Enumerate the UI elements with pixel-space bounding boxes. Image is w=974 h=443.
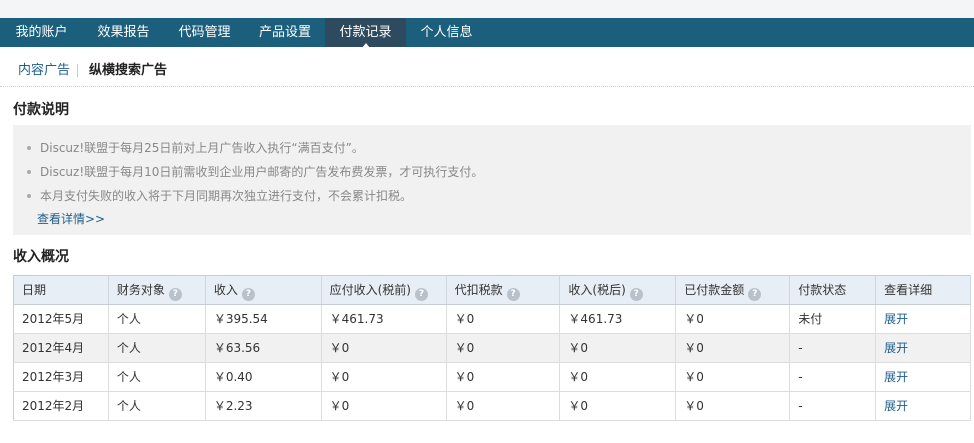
nav-item-payment-records[interactable]: 付款记录 [325,18,406,48]
table-row: 2012年5月 个人 ￥395.54 ￥461.73 ￥0 ￥461.73 ￥0… [13,304,971,334]
table-row: 2012年2月 个人 ￥2.23 ￥0 ￥0 ￥0 ￥0 - 展开 [13,391,971,421]
cell-paid-amount: ￥0 [675,333,791,363]
cell-finance-object: 个人 [108,362,206,392]
cell-income: ￥0.40 [205,362,322,392]
cell-income-aftertax: ￥0 [559,333,677,363]
cell-withheld-tax: ￥0 [446,362,561,392]
col-header-income: 收入? [205,275,322,305]
expand-link[interactable]: 展开 [875,362,971,392]
cell-payment-status: - [789,391,877,421]
help-icon[interactable]: ? [168,288,182,301]
view-details-link[interactable]: 查看详情>> [37,210,105,227]
expand-link[interactable]: 展开 [875,333,971,363]
cell-withheld-tax: ￥0 [446,333,561,363]
cell-paid-amount: ￥0 [675,391,791,421]
sub-tabs: 内容广告 纵横搜索广告 [0,47,974,87]
table-row: 2012年3月 个人 ￥0.40 ￥0 ￥0 ￥0 ￥0 - 展开 [13,362,971,392]
cell-income: ￥2.23 [205,391,322,421]
expand-link[interactable]: 展开 [875,304,971,334]
nav-item-reports[interactable]: 效果报告 [83,18,164,47]
subtab-divider [77,64,78,77]
cell-date: 2012年3月 [13,362,109,392]
payment-notes-box: Discuz!联盟于每月25日前对上月广告收入执行“满百支付”。 Discuz!… [13,125,971,235]
table-header-row: 日期 财务对象? 收入? 应付收入(税前)? 代扣税款? 收入(税后)? 已付款… [13,275,971,305]
nav-item-product-settings[interactable]: 产品设置 [245,18,325,47]
help-icon[interactable]: ? [241,288,255,301]
payment-note-3: 本月支付失败的收入将于下月同期再次独立进行支付，不会累计扣税。 [27,189,412,203]
col-header-withheld-tax: 代扣税款? [446,275,561,305]
cell-payable-pretax: ￥0 [321,333,447,363]
main-nav: 我的账户 效果报告 代码管理 产品设置 付款记录 个人信息 [0,18,974,48]
cell-payable-pretax: ￥461.73 [321,304,447,334]
cell-income-aftertax: ￥0 [559,391,677,421]
cell-income-aftertax: ￥461.73 [559,304,677,334]
cell-payment-status: 未付 [789,304,877,334]
help-icon[interactable]: ? [629,288,643,301]
cell-date: 2012年2月 [13,391,109,421]
col-header-view-details: 查看详细 [875,275,971,305]
col-header-income-aftertax: 收入(税后)? [559,275,677,305]
cell-finance-object: 个人 [108,304,206,334]
col-header-date: 日期 [13,275,109,305]
cell-income: ￥63.56 [205,333,322,363]
nav-item-code-management[interactable]: 代码管理 [164,18,245,47]
cell-paid-amount: ￥0 [675,362,791,392]
cell-payment-status: - [789,333,877,363]
payment-note-2: Discuz!联盟于每月10日前需收到企业用户邮寄的广告发布费发票，才可执行支付… [27,165,483,179]
cell-income: ￥395.54 [205,304,322,334]
payment-note-1: Discuz!联盟于每月25日前对上月广告收入执行“满百支付”。 [27,141,364,155]
col-header-payment-status: 付款状态 [789,275,877,305]
income-overview-title: 收入概况 [13,249,69,265]
help-icon[interactable]: ? [415,288,428,301]
help-icon[interactable]: ? [506,288,520,301]
expand-link[interactable]: 展开 [875,391,971,421]
payment-notes-title: 付款说明 [13,102,69,118]
cell-finance-object: 个人 [108,391,206,421]
cell-finance-object: 个人 [108,333,206,363]
income-table: 日期 财务对象? 收入? 应付收入(税前)? 代扣税款? 收入(税后)? 已付款… [13,275,971,421]
table-row: 2012年4月 个人 ￥63.56 ￥0 ￥0 ￥0 ￥0 - 展开 [13,333,971,363]
col-header-payable-pretax: 应付收入(税前)? [321,275,447,305]
top-strip [0,0,974,18]
cell-income-aftertax: ￥0 [559,362,677,392]
cell-paid-amount: ￥0 [675,304,791,334]
help-icon[interactable]: ? [748,288,762,301]
cell-payable-pretax: ￥0 [321,362,447,392]
cell-date: 2012年5月 [13,304,109,334]
cell-withheld-tax: ￥0 [446,304,561,334]
cell-date: 2012年4月 [13,333,109,363]
nav-item-personal-info[interactable]: 个人信息 [406,18,487,47]
nav-item-my-account[interactable]: 我的账户 [0,18,83,47]
col-header-paid-amount: 已付款金额? [675,275,791,305]
cell-withheld-tax: ￥0 [446,391,561,421]
subtab-search-ads[interactable]: 纵横搜索广告 [89,63,167,79]
col-header-finance-object: 财务对象? [108,275,206,305]
cell-payable-pretax: ￥0 [321,391,447,421]
cell-payment-status: - [789,362,877,392]
subtab-content-ads[interactable]: 内容广告 [18,63,70,79]
